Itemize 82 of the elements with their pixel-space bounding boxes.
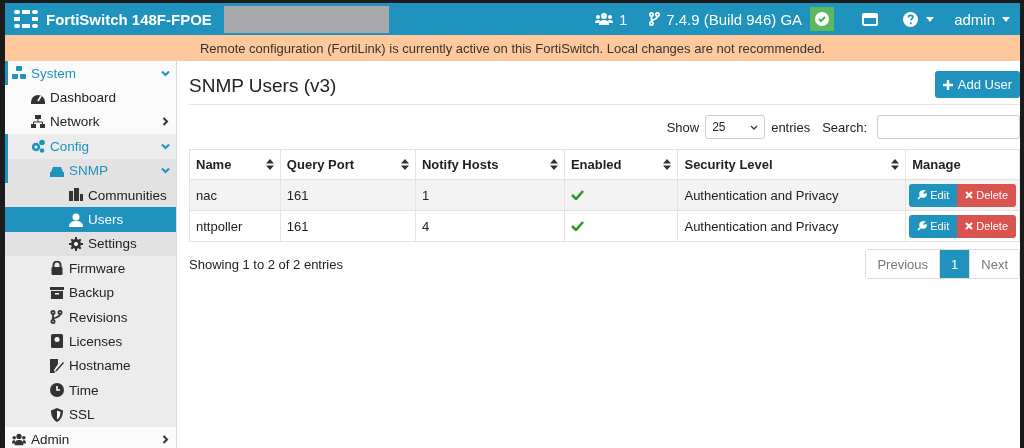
pagination-button[interactable]: 1 — [939, 250, 970, 278]
delete-button[interactable]: Delete — [957, 183, 1016, 207]
wrench-icon — [917, 190, 928, 200]
chevron-icon — [161, 166, 170, 176]
users-count: 1 — [618, 10, 628, 28]
edit-button[interactable]: Edit — [909, 183, 958, 207]
search-field[interactable] — [877, 115, 1020, 139]
sidebar-item[interactable]: Firmware — [5, 256, 176, 281]
sidebar-item[interactable]: Settings — [5, 231, 176, 257]
product-title: FortiSwitch 148F-FPOE — [46, 10, 212, 28]
lock-icon — [50, 261, 64, 276]
signature-icon — [50, 358, 64, 373]
column-header[interactable]: Query Port — [280, 149, 416, 180]
branch-icon — [50, 310, 64, 325]
column-header[interactable]: Manage — [905, 149, 1020, 180]
sidebar-item[interactable]: Time — [5, 378, 176, 403]
gear-icon — [69, 236, 83, 251]
table-cell: 1 — [415, 179, 565, 211]
gears-icon — [31, 139, 45, 154]
users-icon — [12, 432, 26, 447]
caret-icon — [1002, 16, 1010, 22]
table-cell: 161 — [280, 210, 416, 242]
search-label: Search: — [822, 119, 867, 135]
close-icon — [965, 191, 974, 199]
close-icon — [965, 222, 974, 230]
card-icon[interactable] — [862, 12, 879, 26]
chevron-icon — [161, 68, 170, 78]
logo-icon — [14, 10, 38, 28]
sidebar-item[interactable]: Communities — [5, 182, 176, 208]
user-menu[interactable]: admin — [954, 10, 1010, 28]
pagination-button[interactable]: Next — [969, 250, 1019, 278]
sidebar-item[interactable]: Revisions — [5, 304, 176, 330]
warning-message: Remote configuration (FortiLink) is currently active on this FortiSwitch. Local changes are not recommended. — [200, 40, 825, 56]
plus-icon — [942, 79, 953, 90]
sidebar-item[interactable]: Users — [5, 207, 176, 232]
table-cell: 161 — [280, 179, 416, 211]
check-circle-icon — [815, 12, 830, 26]
firmware-version: 7.4.9 (Build 946) GA — [666, 10, 803, 28]
table-cell: Authentication and Privacy — [677, 179, 906, 211]
book-icon — [50, 334, 64, 349]
branch-icon — [649, 12, 661, 26]
page-size-select[interactable]: 25 — [705, 115, 766, 139]
table-cell: Authentication and Privacy — [677, 210, 906, 242]
sort-icon — [265, 159, 274, 170]
page-title: SNMP Users (v3) — [189, 73, 337, 97]
sidebar-item[interactable]: SSL — [5, 402, 176, 427]
user-icon — [69, 212, 83, 227]
archive-icon — [50, 285, 64, 300]
add-user-button[interactable]: Add User — [934, 71, 1020, 98]
table-cell: nttpoller — [189, 210, 281, 242]
clock-icon — [50, 383, 64, 398]
sidebar-item[interactable]: Hostname — [5, 353, 176, 379]
column-header[interactable]: Notify Hosts — [415, 149, 565, 180]
sort-icon — [400, 159, 409, 170]
table-info: Showing 1 to 2 of 2 entries — [189, 256, 343, 272]
wrench-icon — [917, 221, 928, 231]
help-icon[interactable] — [903, 11, 919, 27]
chevron-icon — [161, 117, 170, 127]
sort-icon — [663, 159, 672, 170]
delete-button[interactable]: Delete — [957, 214, 1016, 238]
cubes-icon — [12, 66, 26, 81]
entries-label: entries — [771, 119, 811, 135]
sitemap-icon — [31, 114, 45, 129]
sidebar-item[interactable]: Licenses — [5, 329, 176, 354]
sidebar-item[interactable]: Backup — [5, 280, 176, 305]
column-header[interactable]: Name — [189, 149, 281, 180]
column-header[interactable]: Security Level — [677, 149, 906, 180]
shield-icon — [50, 407, 64, 422]
building-icon — [69, 188, 83, 203]
chevron-icon — [161, 141, 170, 151]
show-label: Show — [666, 119, 700, 135]
table-cell: nac — [189, 179, 281, 211]
caret-icon — [926, 16, 935, 22]
help-menu[interactable] — [903, 11, 935, 27]
table-cell: 4 — [415, 210, 565, 242]
edit-button[interactable]: Edit — [909, 214, 958, 238]
users-icon — [594, 13, 613, 25]
sort-icon — [891, 159, 900, 170]
column-header[interactable]: Enabled — [564, 149, 678, 180]
chevron-icon — [750, 124, 759, 130]
chevron-icon — [161, 434, 170, 444]
sort-icon — [549, 159, 558, 170]
